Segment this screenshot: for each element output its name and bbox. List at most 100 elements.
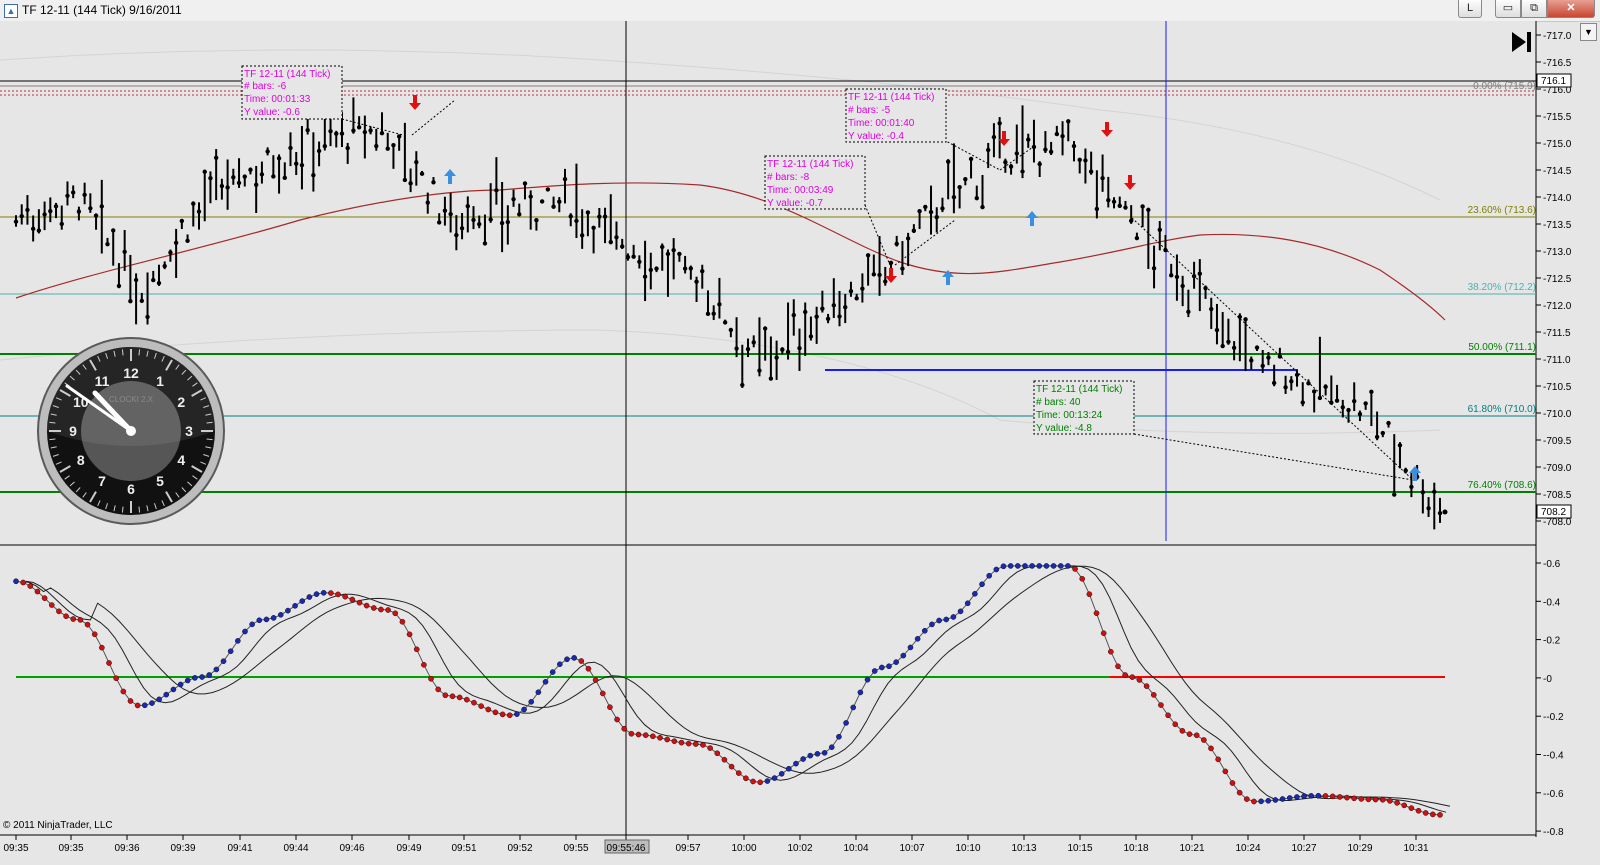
oscillator-dot — [1387, 798, 1393, 804]
price-bar-close — [1317, 395, 1323, 401]
oscillator-dot — [1172, 721, 1179, 728]
price-bar-close — [762, 326, 768, 331]
annotation-2-line1: TF 12-11 (144 Tick) — [848, 92, 935, 103]
oscillator-dot — [950, 614, 957, 620]
oscillator-dot — [192, 675, 198, 681]
oscillator-dot — [957, 608, 964, 615]
oscillator-dot — [700, 742, 706, 748]
annotation-2-line2: # bars: -5 — [848, 105, 891, 116]
price-bar-close — [162, 263, 167, 269]
oscillator-dot — [821, 750, 828, 756]
price-bar-close — [1169, 273, 1174, 278]
oscillator-dot — [20, 579, 26, 586]
price-bar-close — [19, 214, 24, 219]
oscillator-dot — [342, 593, 348, 600]
price-bar-close — [328, 129, 333, 134]
oscillator-dot — [1029, 563, 1035, 569]
oscillator-dot — [142, 702, 148, 709]
price-bar-close — [145, 314, 150, 320]
price-tick-label: -714.5 — [1543, 166, 1572, 177]
oscillator-dot — [156, 696, 162, 703]
annotation-box-4[interactable]: TF 12-11 (144 Tick) # bars: 40 Time: 00:… — [1033, 380, 1135, 435]
oscillator-dot — [99, 644, 105, 651]
oscillator-dot — [313, 591, 320, 597]
price-bar-close — [620, 244, 625, 249]
price-bar-close — [105, 241, 110, 247]
price-bar-close — [431, 180, 436, 185]
close-button[interactable]: ✕ — [1547, 0, 1595, 18]
time-tick-label: 10:10 — [955, 843, 980, 854]
oscillator-dot — [850, 704, 857, 711]
price-bar-close — [637, 259, 642, 264]
price-bar-close — [1083, 158, 1088, 163]
price-tick-label: -714.0 — [1543, 193, 1572, 204]
price-chart-svg[interactable]: 0.00% (715.9) 23.60% (713.6) 38.20% (712… — [0, 21, 1600, 860]
price-bar-close — [1186, 309, 1191, 315]
annotation-box-2[interactable]: TF 12-11 (144 Tick) # bars: -5 Time: 00:… — [845, 88, 947, 143]
oscillator-dot — [972, 590, 978, 597]
price-bar-close — [1352, 398, 1357, 404]
price-bar-close — [1397, 443, 1403, 448]
price-bar-close — [185, 238, 190, 244]
price-bar-close — [602, 214, 608, 219]
price-bar-close — [231, 175, 236, 180]
price-bar-close — [682, 266, 688, 271]
oscillator-dot — [106, 660, 112, 666]
oscillator-dot — [900, 652, 907, 659]
time-tick-label: 09:55:46 — [607, 843, 646, 854]
oscillator-dot — [1086, 591, 1093, 598]
price-bar-close — [917, 208, 922, 214]
clock-widget[interactable]: CLOCKI 2.X 12 1234567891011 — [37, 337, 225, 525]
annotation-4-line3: Time: 00:13:24 — [1036, 410, 1103, 421]
oscillator-dot — [642, 732, 649, 738]
price-bar-close — [385, 146, 390, 151]
price-bar-close — [419, 171, 425, 176]
oscillator-dot — [1365, 796, 1372, 803]
oscillator-dot — [1322, 793, 1329, 799]
price-tick-label: -711.5 — [1543, 328, 1571, 339]
price-bar-close — [551, 204, 556, 209]
price-tick-label: -715.0 — [1543, 139, 1572, 150]
clock-numeral: 3 — [185, 423, 193, 439]
minimize-button[interactable]: ▭ — [1495, 0, 1521, 18]
price-bar-close — [1271, 380, 1277, 386]
price-bar-close — [13, 219, 19, 224]
price-bar-close — [1386, 420, 1391, 426]
oscillator-dot — [349, 596, 356, 603]
annotation-box-1[interactable]: TF 12-11 (144 Tick) # bars: -6 Time: 00:… — [241, 65, 343, 120]
price-bar-close — [219, 183, 225, 189]
oscillator-dot — [227, 648, 234, 655]
price-bar-close — [585, 210, 591, 215]
chart-area[interactable]: 0.00% (715.9) 23.60% (713.6) 38.20% (712… — [0, 21, 1600, 860]
price-bar-close — [1117, 203, 1122, 208]
price-bar-close — [1380, 430, 1386, 436]
time-tick-label: 10:18 — [1123, 843, 1148, 854]
oscillator-dot — [70, 616, 77, 622]
price-bar-close — [957, 184, 962, 190]
maximize-button[interactable]: ⧉ — [1521, 0, 1547, 18]
price-bar-close — [1209, 306, 1214, 312]
price-bar-close — [362, 129, 368, 135]
oscillator-dot — [1115, 663, 1121, 670]
clock-numeral: 2 — [177, 394, 185, 410]
fib-label-50: 50.00% (711.1) — [1468, 342, 1536, 353]
oscillator-dot — [1358, 796, 1365, 802]
clock-numeral: 12 — [123, 365, 139, 381]
price-bar-close — [345, 145, 350, 151]
price-bar-close — [53, 204, 59, 209]
link-button[interactable]: L — [1458, 0, 1482, 18]
fib-label-618: 61.80% (710.0) — [1468, 404, 1536, 415]
annotation-box-3[interactable]: TF 12-11 (144 Tick) # bars: -8 Time: 00:… — [764, 155, 866, 210]
oscillator-dot — [1272, 797, 1279, 803]
oscillator-dot — [1015, 563, 1021, 569]
oscillator-dot — [1279, 796, 1286, 802]
price-bar-close — [1026, 137, 1031, 142]
oscillator-dot — [1050, 563, 1057, 569]
chevron-down-icon[interactable]: ▼ — [1580, 23, 1597, 41]
price-bar-close — [654, 266, 659, 271]
oscillator-dot — [1422, 810, 1429, 816]
oscillator-dot — [363, 602, 370, 609]
oscillator-dot — [1329, 793, 1336, 800]
time-tick-label: 10:07 — [899, 843, 924, 854]
oscillator-dot — [1108, 648, 1114, 655]
